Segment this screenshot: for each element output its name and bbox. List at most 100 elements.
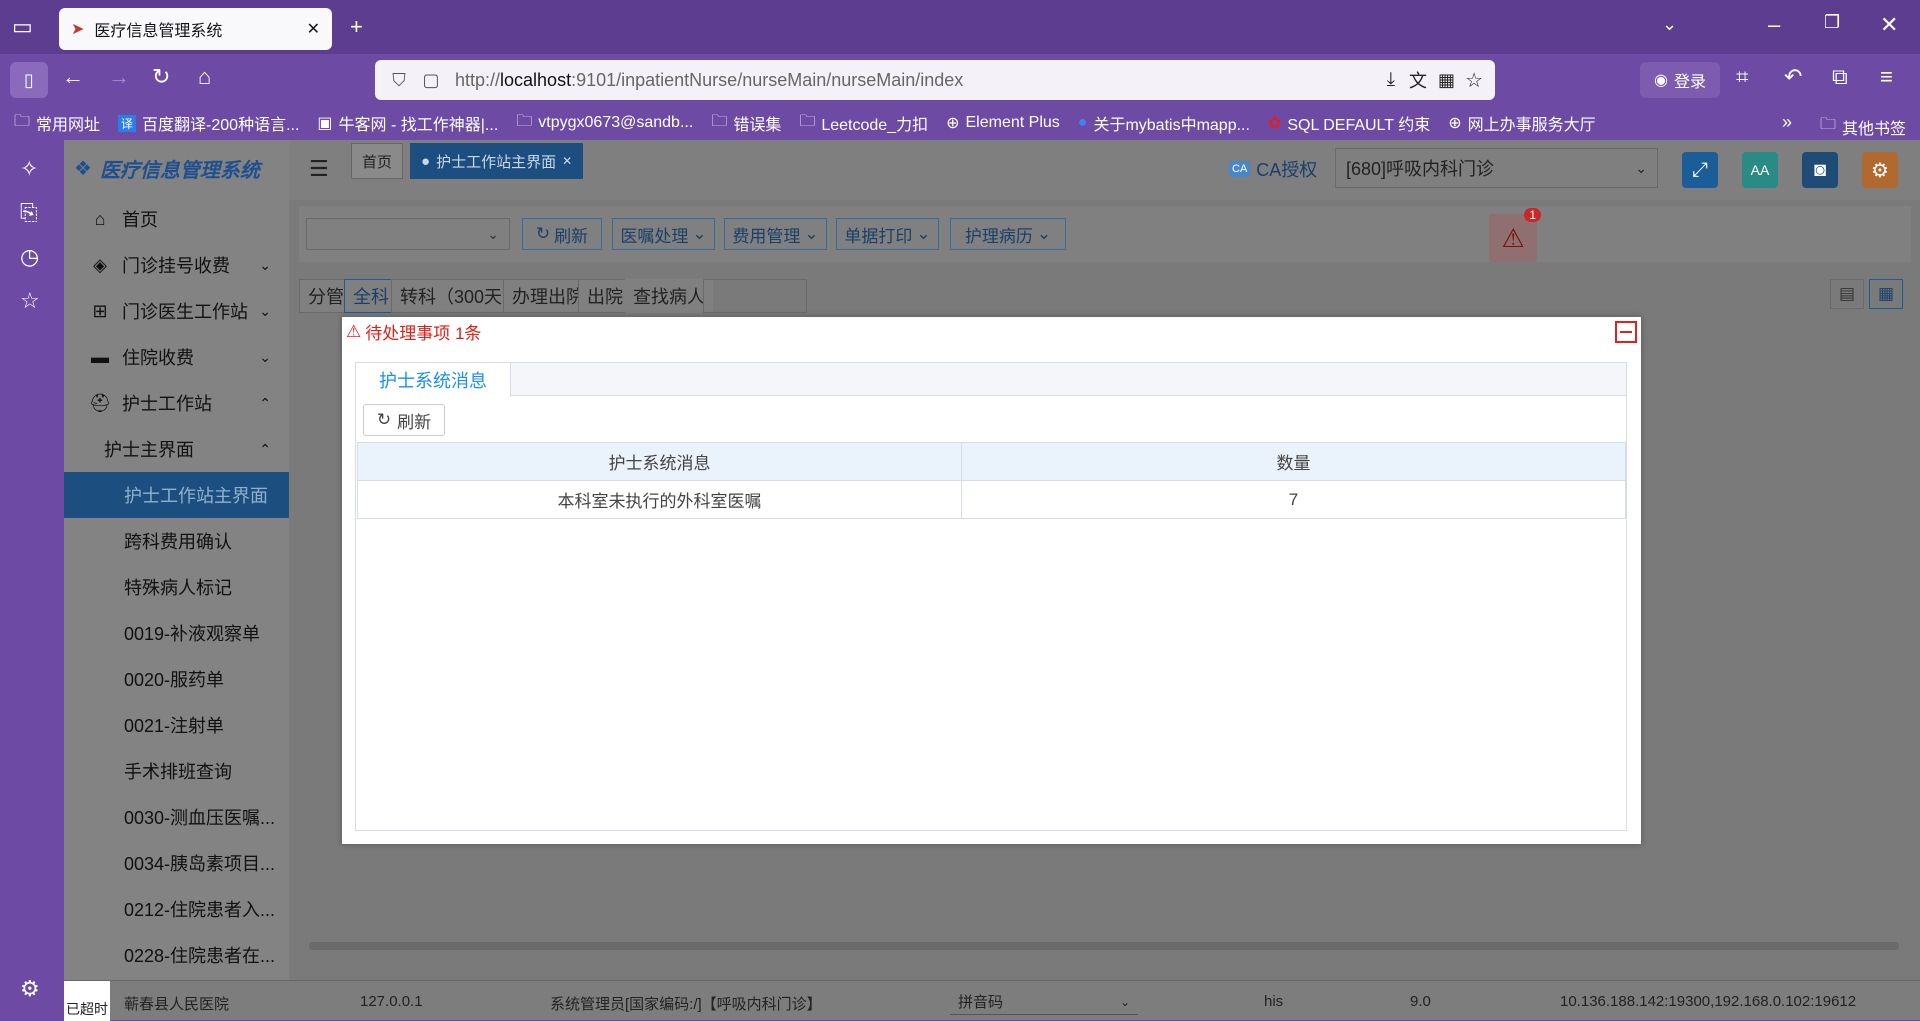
horizontal-scrollbar[interactable]: [309, 942, 1899, 950]
bookmark-item[interactable]: ✿ SQL DEFAULT 约束: [1268, 111, 1430, 135]
menu-item-blood-pressure[interactable]: 0030-测血压医嘱...: [64, 794, 289, 840]
input-method-select[interactable]: 拼音码 ⌄: [950, 989, 1138, 1015]
browser-tab[interactable]: ➤ 医疗信息管理系统 ✕: [59, 8, 332, 50]
alarm-button[interactable]: ⚠ 1: [1489, 208, 1541, 262]
dialog-panel: 护士系统消息 ↻ 刷新 护士系统消息 数量 本科室未执行的外科室医嘱 7: [355, 362, 1627, 831]
bookmark-item[interactable]: 🗀 错误集: [711, 110, 781, 137]
gear-icon: ⚙: [1871, 159, 1889, 182]
menu-item-inpatient-fee[interactable]: ▬ 住院收费 ⌄: [64, 334, 289, 380]
shield-icon[interactable]: ⛉: [387, 70, 411, 91]
home-icon[interactable]: ⌂: [198, 64, 211, 90]
orders-dropdown[interactable]: 医嘱处理 ⌄: [612, 218, 715, 250]
back-icon[interactable]: ←: [62, 64, 84, 90]
other-bookmarks[interactable]: 🗀 其他书签: [1820, 113, 1906, 140]
menu-item-insulin[interactable]: 0034-胰岛素项目...: [64, 840, 289, 886]
clock-icon[interactable]: ◷: [20, 244, 39, 270]
font-size-icon: AA: [1750, 162, 1770, 178]
menu-item-outpatient-register[interactable]: ◈ 门诊挂号收费 ⌄: [64, 242, 289, 288]
menu-item-inpatient[interactable]: 0228-住院患者在...: [64, 932, 289, 978]
bookmark-item[interactable]: ▣ 牛客网 - 找工作神器|...: [317, 111, 498, 135]
list-view-icon[interactable]: ▤: [1830, 279, 1864, 309]
history-sync-icon[interactable]: ⎘: [20, 200, 38, 226]
hospital-name: 蕲春县人民医院: [124, 996, 230, 1013]
url-bar[interactable]: ⛉ ▢ http://localhost:9101/inpatientNurse…: [375, 60, 1495, 100]
sidebar: ❖ 医疗信息管理系统 ⌂ 首页 ◈ 门诊挂号收费 ⌄ ⊞ 门诊医生工作站 ⌄ ▬ 住院收费 ⌄ …: [64, 140, 289, 980]
minimize-icon[interactable]: –: [1768, 12, 1780, 38]
menu-item-medication[interactable]: 0020-服药单: [64, 656, 289, 702]
settings-button[interactable]: ⚙: [1862, 152, 1898, 188]
sidebar-toggle-icon[interactable]: ▯: [10, 62, 48, 98]
more-bookmarks-icon[interactable]: »: [1782, 112, 1792, 133]
collapse-menu-icon[interactable]: ☰: [309, 156, 329, 182]
tab-overview-icon[interactable]: ▭: [12, 14, 33, 40]
list-tabs-icon[interactable]: ⌄: [1662, 14, 1677, 35]
filter-all[interactable]: 全科: [344, 279, 398, 313]
ai-sparkle-icon[interactable]: ✧: [20, 156, 38, 182]
table-row[interactable]: 本科室未执行的外科室医嘱 7: [357, 480, 1626, 519]
robot-button[interactable]: ◙: [1802, 152, 1838, 188]
fullscreen-button[interactable]: ⤢: [1682, 152, 1718, 188]
menu-item-home[interactable]: ⌂ 首页: [64, 196, 289, 242]
menu-item-infusion[interactable]: 0019-补液观察单: [64, 610, 289, 656]
bookmark-star-icon[interactable]: ☆: [1465, 68, 1483, 93]
bookmark-item[interactable]: 🗀 常用网址: [14, 110, 100, 137]
save-page-icon[interactable]: ⤓: [1387, 69, 1395, 91]
forward-icon[interactable]: →: [108, 64, 130, 90]
menu-item-nurse-station[interactable]: ⛑ 护士工作站 ⌃: [64, 380, 289, 426]
menu-item-admission[interactable]: 0212-住院患者入...: [64, 886, 289, 932]
find-patient-input[interactable]: [703, 279, 807, 313]
new-tab-icon[interactable]: +: [350, 14, 363, 40]
bookmark-item[interactable]: 🗀 Leetcode_力扣: [799, 110, 928, 137]
grid-view-icon[interactable]: ▦: [1869, 279, 1903, 309]
expand-icon: ⤢: [1692, 158, 1708, 181]
pending-items-dialog: ⚠ 待处理事项 1条 护士系统消息 ↻ 刷新 护士系统消息 数量 本科室未执行的外科…: [342, 317, 1641, 844]
font-size-button[interactable]: AA: [1742, 152, 1778, 188]
bookmark-item[interactable]: 🗀 vtpygx0673@sandb...: [516, 110, 693, 137]
filter-discharged[interactable]: 出院: [578, 279, 632, 313]
menu-item-injection[interactable]: 0021-注射单: [64, 702, 289, 748]
timeout-label: 已超时: [64, 981, 110, 1021]
star-icon[interactable]: ☆: [20, 288, 40, 314]
crop-icon[interactable]: ⌗: [1736, 64, 1748, 90]
records-dropdown[interactable]: 护理病历 ⌄: [950, 218, 1066, 250]
qr-code-icon[interactable]: ▦: [1438, 70, 1455, 91]
site-icon: ▣: [317, 115, 333, 132]
login-button[interactable]: ◉ 登录: [1640, 62, 1720, 98]
close-tab-icon[interactable]: ✕: [307, 19, 320, 39]
menu-item-surgery-schedule[interactable]: 手术排班查询: [64, 748, 289, 794]
menu-item-nurse-station-main[interactable]: 护士工作站主界面: [64, 472, 289, 518]
menu-item-cross-dept-fee[interactable]: 跨科费用确认: [64, 518, 289, 564]
fees-dropdown[interactable]: 费用管理 ⌄: [724, 218, 827, 250]
patient-select[interactable]: ⌄: [306, 218, 510, 250]
tag-current[interactable]: ● 护士工作站主界面 ✕: [410, 143, 584, 179]
tag-home[interactable]: 首页: [351, 143, 404, 179]
refresh-button[interactable]: ↻ 刷新: [522, 218, 602, 250]
close-window-icon[interactable]: ✕: [1880, 12, 1898, 38]
print-dropdown[interactable]: 单据打印 ⌄: [836, 218, 939, 250]
browser-tab-bar: ▭ ➤ 医疗信息管理系统 ✕ + ⌄ – ❐ ✕: [0, 0, 1920, 54]
logo-icon: ❖: [74, 158, 92, 180]
dialog-title: ⚠ 待处理事项 1条: [346, 321, 482, 344]
menu-item-special-patient[interactable]: 特殊病人标记: [64, 564, 289, 610]
settings-icon[interactable]: ⚙: [20, 976, 40, 1002]
close-tag-icon[interactable]: ✕: [562, 154, 572, 168]
bookmark-item[interactable]: 译百度翻译-200种语言...: [118, 111, 299, 135]
bookmark-item[interactable]: ⊕ 网上办事服务大厅: [1448, 111, 1595, 135]
extensions-icon[interactable]: ⧉: [1832, 64, 1848, 90]
translate-icon[interactable]: 文: [1409, 67, 1427, 93]
menu-item-outpatient-doctor[interactable]: ⊞ 门诊医生工作站 ⌄: [64, 288, 289, 334]
bookmark-item[interactable]: ⊕ Element Plus: [946, 113, 1060, 133]
dept-select[interactable]: [680]呼吸内科门诊 ⌄: [1335, 148, 1658, 188]
bookmark-item[interactable]: ● 关于mybatis中mapp...: [1078, 111, 1250, 135]
login-label: 登录: [1673, 74, 1706, 91]
restore-icon[interactable]: ❐: [1824, 12, 1840, 33]
minimize-dialog-button[interactable]: [1615, 321, 1637, 343]
tab-nurse-messages[interactable]: 护士系统消息: [356, 363, 511, 397]
reload-icon[interactable]: ↻: [152, 64, 170, 90]
menu-item-nurse-main[interactable]: 护士主界面 ⌃: [64, 426, 289, 472]
dialog-refresh-button[interactable]: ↻ 刷新: [363, 404, 445, 436]
menu-icon[interactable]: ≡: [1880, 64, 1893, 90]
globe-icon: ⊕: [1448, 115, 1462, 132]
undo-icon[interactable]: ↶: [1784, 64, 1802, 90]
ca-auth[interactable]: CA CA授权: [1229, 156, 1317, 182]
